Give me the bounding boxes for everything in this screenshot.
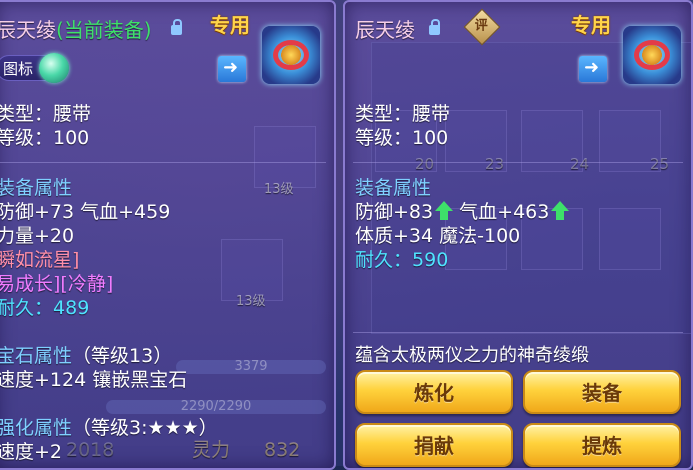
icon-toggle-label: 图标: [3, 60, 34, 78]
durability-label: 耐久：: [355, 249, 413, 271]
exclusive-label: 专用: [210, 13, 250, 37]
gem-attr-title: 宝石属性: [0, 345, 73, 367]
lock-icon: [171, 19, 182, 35]
item-name: 辰天绫(当前装备): [0, 18, 152, 42]
compare-item-tooltip: 20 23 24 25 辰天绫 评 专用 类型：腰带 等级：100 装备属性 防…: [343, 0, 693, 470]
increase-arrow-icon: [435, 201, 454, 221]
background-slot-level: 13级: [264, 182, 294, 197]
background-bar: 3379: [176, 360, 326, 374]
special-skill: 瞬如流星]: [0, 249, 80, 271]
refine-button[interactable]: 炼化: [355, 370, 513, 414]
icon-toggle-button[interactable]: 图标: [0, 53, 69, 83]
donate-button[interactable]: 捐献: [355, 423, 513, 467]
equip-attr-heading: 装备属性: [355, 177, 432, 199]
increase-arrow-icon: [551, 201, 570, 221]
item-type: 类型：腰带: [0, 103, 92, 125]
strengthen-attr-line: 速度+2: [0, 441, 63, 463]
divider: [0, 162, 326, 163]
background-stat-label: 灵力: [192, 439, 231, 461]
equip-button[interactable]: 装备: [523, 370, 681, 414]
hp-attr: 气血+463: [459, 201, 550, 223]
background-bar: 2290/2290: [106, 400, 326, 414]
orb-icon: [39, 53, 69, 83]
lock-icon: [429, 19, 440, 35]
durability-label: 耐久：: [0, 297, 54, 319]
equipped-item-tooltip: 13级 13级 3379 2290/2290 灵力 832 2018 辰天绫(当…: [0, 0, 336, 470]
background-stat-value: 832: [264, 439, 301, 461]
durability: 耐久：590: [355, 248, 448, 272]
background-grid-number: 20: [415, 155, 435, 173]
durability-value: 590: [412, 249, 449, 271]
strengthen-heading: 强化属性（等级3:★★★）: [0, 416, 218, 440]
belt-item-icon: [623, 26, 681, 84]
durability-value: 489: [53, 297, 90, 319]
gem-attr-line: 速度+124 镶嵌黑宝石: [0, 369, 188, 391]
share-icon[interactable]: [579, 56, 607, 82]
share-icon[interactable]: [218, 56, 246, 82]
durability: 耐久：489: [0, 296, 89, 320]
item-level: 等级：100: [355, 127, 449, 149]
strengthen-level: （等级3:★★★）: [72, 417, 218, 439]
item-level: 等级：100: [0, 127, 90, 149]
equip-attr-heading: 装备属性: [0, 177, 73, 199]
exclusive-label: 专用: [571, 13, 611, 37]
item-name-text: 辰天绫: [0, 18, 56, 42]
defense-attr: 防御+83: [355, 201, 434, 223]
background-grid-number: 25: [650, 155, 670, 173]
belt-item-icon: [262, 26, 320, 84]
background-slot-level: 13级: [236, 294, 266, 309]
divider: [353, 332, 683, 333]
background-year: 2018: [66, 439, 115, 461]
background-slot: [599, 208, 661, 270]
background-grid-number: 24: [570, 155, 590, 173]
background-grid-number: 23: [485, 155, 505, 173]
equip-attr-line: 防御+73 气血+459: [0, 201, 171, 223]
item-type: 类型：腰带: [355, 103, 451, 125]
equip-attr-line: 体质+34 魔法-100: [355, 225, 521, 247]
current-equipped-tag: (当前装备): [56, 18, 152, 42]
strengthen-title: 强化属性: [0, 417, 73, 439]
item-description: 蕴含太极两仪之力的神奇绫缎: [355, 345, 589, 366]
extract-button[interactable]: 提炼: [523, 423, 681, 467]
gem-level: （等级13）: [72, 345, 173, 367]
equip-attr-line: 防御+83 气血+463: [355, 200, 570, 224]
rate-badge-icon[interactable]: 评: [463, 8, 501, 46]
item-name: 辰天绫: [355, 18, 415, 42]
divider: [353, 162, 683, 163]
gem-attr-heading: 宝石属性（等级13）: [0, 344, 172, 368]
special-effects: 易成长][冷静]: [0, 273, 114, 295]
equip-attr-line: 力量+20: [0, 225, 75, 247]
